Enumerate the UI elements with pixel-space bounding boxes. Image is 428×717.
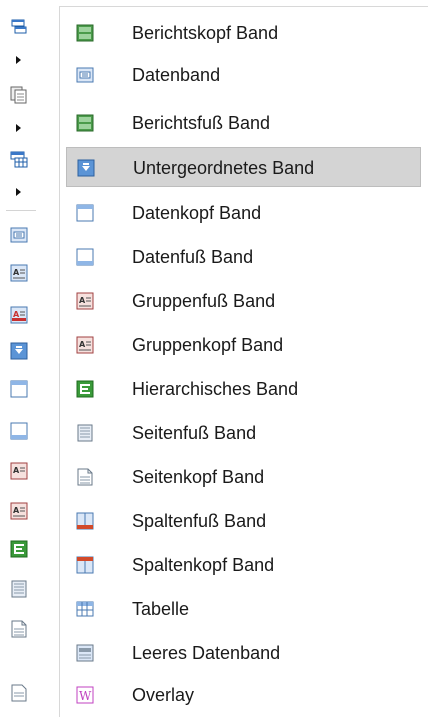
column-header-band-icon (76, 556, 94, 574)
group-header-band-icon[interactable]: A (10, 462, 28, 480)
menu-item-label: Tabelle (132, 599, 190, 619)
menu-item-leeres-datenband[interactable]: Leeres Datenband (66, 633, 421, 673)
page-header-band-icon[interactable] (10, 684, 28, 702)
menu-item-label: Hierarchisches Band (132, 379, 299, 399)
menu-item-label: Datenkopf Band (132, 203, 262, 223)
menu-item-label: Seitenkopf Band (132, 467, 265, 487)
data-footer-band-icon[interactable] (10, 422, 28, 440)
menu-item-seitenfuss-band[interactable]: Seitenfuß Band (66, 413, 421, 453)
menu-item-label: Untergeordnetes Band (133, 158, 315, 178)
menu-item-label: Datenfuß Band (132, 247, 254, 267)
group-footer-band-icon: A (76, 292, 94, 310)
page-footer-band-icon[interactable] (10, 580, 28, 598)
menu-item-datenkopf-band[interactable]: Datenkopf Band (66, 193, 421, 233)
menu-item-tabelle[interactable]: Tabelle (66, 589, 421, 629)
band-header-dropdown-arrow[interactable] (16, 56, 21, 64)
menu-item-label: Seitenfuß Band (132, 423, 257, 443)
table-band-icon (76, 600, 94, 618)
svg-text:A: A (13, 310, 20, 319)
menu-item-label: Berichtsfuß Band (132, 113, 271, 133)
group-footer-band-icon[interactable]: A (10, 306, 28, 324)
menu-item-label: Overlay (132, 685, 195, 705)
group-header-band-icon: A (76, 336, 94, 354)
data-header-band-icon[interactable] (10, 380, 28, 398)
child-band-icon (77, 159, 95, 177)
menu-item-seitenkopf-band[interactable]: Seitenkopf Band (66, 457, 421, 497)
menu-item-datenband[interactable]: Datenband (66, 55, 421, 95)
group-footer-band-icon[interactable]: A (10, 502, 28, 520)
child-band-icon[interactable] (10, 342, 28, 360)
svg-text:A: A (13, 506, 20, 515)
band-table-icon[interactable] (10, 150, 28, 168)
band-table-dropdown-arrow[interactable] (16, 188, 21, 196)
empty-data-band-icon (76, 644, 94, 662)
page-header-band-icon (76, 468, 94, 486)
band-dropdown-menu: Berichtskopf Band Datenband Berichtsfuß … (59, 6, 428, 717)
menu-item-label: Berichtskopf Band (132, 23, 279, 43)
band-copy-dropdown-arrow[interactable] (16, 124, 21, 132)
page-header-band-icon[interactable] (10, 620, 28, 638)
svg-text:A: A (79, 340, 86, 349)
column-footer-band-icon (76, 512, 94, 530)
menu-item-gruppenfuss-band[interactable]: A Gruppenfuß Band (66, 281, 421, 321)
band-copy-icon[interactable] (10, 86, 28, 104)
menu-item-hierarchisches-band[interactable]: Hierarchisches Band (66, 369, 421, 409)
svg-text:A: A (13, 268, 20, 277)
menu-item-spaltenfuss-band[interactable]: Spaltenfuß Band (66, 501, 421, 541)
menu-item-label: Gruppenfuß Band (132, 291, 276, 311)
menu-item-berichtsfuss-band[interactable]: Berichtsfuß Band (66, 103, 421, 143)
menu-item-label: Gruppenkopf Band (132, 335, 284, 355)
menu-item-spaltenkopf-band[interactable]: Spaltenkopf Band (66, 545, 421, 585)
data-header-band-icon (76, 204, 94, 222)
data-footer-band-icon (76, 248, 94, 266)
report-header-band-icon (76, 24, 94, 42)
group-header-band-icon[interactable]: A (10, 264, 28, 282)
svg-text:W: W (79, 689, 92, 703)
svg-text:A: A (79, 296, 86, 305)
menu-item-label: Spaltenkopf Band (132, 555, 275, 575)
menu-item-gruppenkopf-band[interactable]: A Gruppenkopf Band (66, 325, 421, 365)
svg-text:A: A (13, 466, 20, 475)
menu-item-berichtskopf-band[interactable]: Berichtskopf Band (66, 13, 421, 53)
menu-item-overlay[interactable]: W Overlay (66, 675, 421, 715)
overlay-band-icon: W (76, 686, 94, 704)
report-footer-band-icon (76, 114, 94, 132)
page-footer-band-icon (76, 424, 94, 442)
hierarchical-band-icon[interactable] (10, 540, 28, 558)
menu-item-label: Datenband (132, 65, 221, 85)
menu-item-untergeordnetes-band[interactable]: Untergeordnetes Band (66, 147, 421, 187)
menu-item-label: Spaltenfuß Band (132, 511, 267, 531)
hierarchical-band-icon (76, 380, 94, 398)
band-toolbar: A A A A (0, 0, 42, 716)
toolbar-separator (6, 210, 36, 211)
menu-item-datenfuss-band[interactable]: Datenfuß Band (66, 237, 421, 277)
data-band-icon (76, 66, 94, 84)
data-band-icon[interactable] (10, 226, 28, 244)
menu-item-label: Leeres Datenband (132, 643, 281, 663)
band-header-icon[interactable] (10, 18, 28, 36)
